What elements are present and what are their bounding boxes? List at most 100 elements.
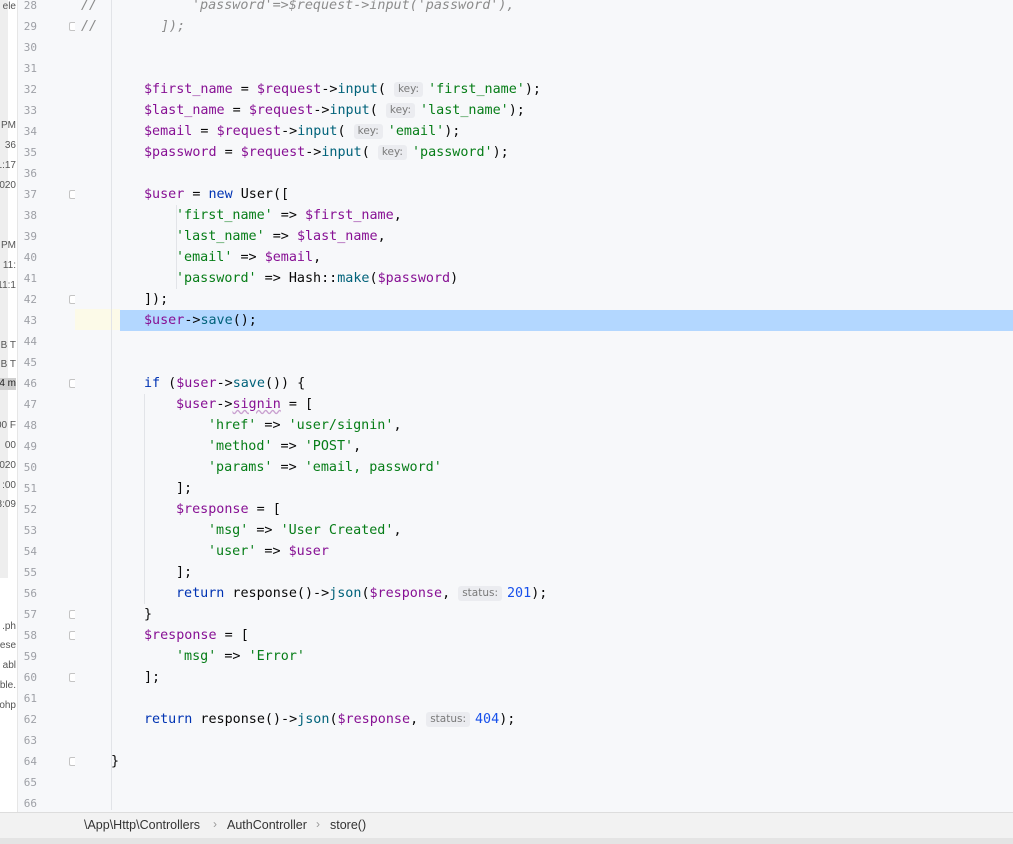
line-number: 32	[23, 83, 37, 96]
panel-fragment[interactable]: 36	[5, 140, 16, 152]
line-number: 59	[23, 650, 37, 663]
panel-fragment[interactable]: 5 PM	[0, 120, 16, 132]
code-line-57[interactable]: }	[75, 604, 1013, 625]
line-number: 58	[23, 629, 37, 642]
line-number: 65	[23, 776, 37, 789]
code-line-54[interactable]: 'user' => $user	[75, 541, 1013, 562]
line-number: 40	[23, 251, 37, 264]
line-number: 33	[23, 104, 37, 117]
line-number: 36	[23, 167, 37, 180]
code-line-48[interactable]: 'href' => 'user/signin',	[75, 415, 1013, 436]
line-number: 55	[23, 566, 37, 579]
panel-fragment[interactable]: 0 PM	[0, 240, 16, 252]
line-number: 64	[23, 755, 37, 768]
param-hint: key:	[353, 124, 383, 139]
line-number: 42	[23, 293, 37, 306]
panel-fragment[interactable]: 3:09	[0, 499, 16, 511]
code-line-34[interactable]: $email = $request->input( key:'email');	[75, 121, 1013, 142]
code-line-60[interactable]: ];	[75, 667, 1013, 688]
line-number: 63	[23, 734, 37, 747]
code-line-35[interactable]: $password = $request->input( key:'passwo…	[75, 142, 1013, 163]
line-number: 43	[23, 314, 37, 327]
code-line-52[interactable]: $response = [	[75, 499, 1013, 520]
line-number: 45	[23, 356, 37, 369]
panel-fragment[interactable]: 020	[0, 460, 16, 472]
code-line-49[interactable]: 'method' => 'POST',	[75, 436, 1013, 457]
panel-fragment[interactable]: 1:17	[0, 160, 16, 172]
panel-fragment[interactable]: abl	[3, 660, 16, 672]
code-line-47[interactable]: $user->signin = [	[75, 394, 1013, 415]
param-hint: key:	[377, 145, 407, 160]
param-hint: key:	[393, 82, 424, 97]
caret-row-highlight	[75, 309, 120, 330]
code-line-51[interactable]: ];	[75, 478, 1013, 499]
code-editor[interactable]: //'password'=>$request->input('password'…	[75, 0, 1013, 812]
breadcrumb-method[interactable]: store()	[330, 818, 366, 832]
line-number: 38	[23, 209, 37, 222]
line-number: 50	[23, 461, 37, 474]
line-number: 34	[23, 125, 37, 138]
line-number: 31	[23, 62, 37, 75]
panel-fragment[interactable]: ohp	[0, 700, 16, 712]
line-number: 61	[23, 692, 37, 705]
code-line-37[interactable]: $user = new User([	[75, 184, 1013, 205]
line-number: 35	[23, 146, 37, 159]
code-line-29[interactable]: //]);	[75, 16, 1013, 37]
panel-fragment[interactable]: 11:	[3, 260, 16, 272]
panel-fragment[interactable]: .ph	[2, 621, 16, 633]
line-number: 49	[23, 440, 37, 453]
chevron-right-icon: ›	[316, 817, 320, 831]
code-line-64[interactable]: }	[75, 751, 1013, 772]
panel-fragment[interactable]: B T	[1, 340, 16, 352]
panel-fragment[interactable]: ble.	[0, 680, 16, 692]
panel-fragment[interactable]: ele	[3, 1, 16, 13]
chevron-right-icon: ›	[213, 817, 217, 831]
breadcrumb-class[interactable]: AuthController	[227, 818, 307, 832]
line-number: 29	[23, 20, 37, 33]
code-line-50[interactable]: 'params' => 'email, password'	[75, 457, 1013, 478]
code-line-43-selected[interactable]: $user->save();	[120, 310, 1013, 331]
line-number: 53	[23, 524, 37, 537]
code-line-38[interactable]: 'first_name' => $first_name,	[75, 205, 1013, 226]
line-number: 39	[23, 230, 37, 243]
panel-fragment[interactable]: :00	[2, 480, 16, 492]
line-number: 48	[23, 419, 37, 432]
line-number: 41	[23, 272, 37, 285]
line-number: 44	[23, 335, 37, 348]
code-line-62[interactable]: return response()->json($response, statu…	[75, 709, 1013, 730]
panel-fragment[interactable]: 00	[5, 440, 16, 452]
panel-fragment[interactable]: rese	[0, 640, 16, 652]
code-line-59[interactable]: 'msg' => 'Error'	[75, 646, 1013, 667]
code-line-58[interactable]: $response = [	[75, 625, 1013, 646]
code-line-55[interactable]: ];	[75, 562, 1013, 583]
code-line-42[interactable]: ]);	[75, 289, 1013, 310]
code-line-53[interactable]: 'msg' => 'User Created',	[75, 520, 1013, 541]
line-number: 30	[23, 41, 37, 54]
code-line-56[interactable]: return response()->json($response, statu…	[75, 583, 1013, 604]
param-hint: status:	[426, 712, 470, 727]
param-hint: key:	[385, 103, 416, 118]
code-line-33[interactable]: $last_name = $request->input( key:'last_…	[75, 100, 1013, 121]
panel-fragment[interactable]: 11:1	[0, 280, 16, 292]
code-line-28[interactable]: //'password'=>$request->input('password'…	[75, 0, 1013, 16]
code-line-39[interactable]: 'last_name' => $last_name,	[75, 226, 1013, 247]
breadcrumb-namespace[interactable]: \App\Http\Controllers	[84, 818, 200, 832]
panel-fragment[interactable]: B T	[1, 359, 16, 371]
line-number: 54	[23, 545, 37, 558]
code-line-41[interactable]: 'password' => Hash::make($password)	[75, 268, 1013, 289]
line-number: 57	[23, 608, 37, 621]
editor-gutter[interactable]: 28 29 30 31 32 33 34 35 36 37 38 39 40 4…	[19, 0, 78, 812]
line-number: 37	[23, 188, 37, 201]
panel-fragment-selected[interactable]: 4 m	[0, 378, 16, 390]
param-hint: status:	[458, 586, 502, 601]
code-line-46[interactable]: if ($user->save()) {	[75, 373, 1013, 394]
line-number: 51	[23, 482, 37, 495]
line-number: 46	[23, 377, 37, 390]
status-bar-edge	[0, 838, 1013, 844]
code-line-32[interactable]: $first_name = $request->input( key:'firs…	[75, 79, 1013, 100]
panel-fragment[interactable]: 020	[0, 180, 16, 192]
line-number: 62	[23, 713, 37, 726]
line-number: 28	[23, 0, 37, 12]
panel-fragment[interactable]: 00 F	[0, 420, 16, 432]
code-line-40[interactable]: 'email' => $email,	[75, 247, 1013, 268]
